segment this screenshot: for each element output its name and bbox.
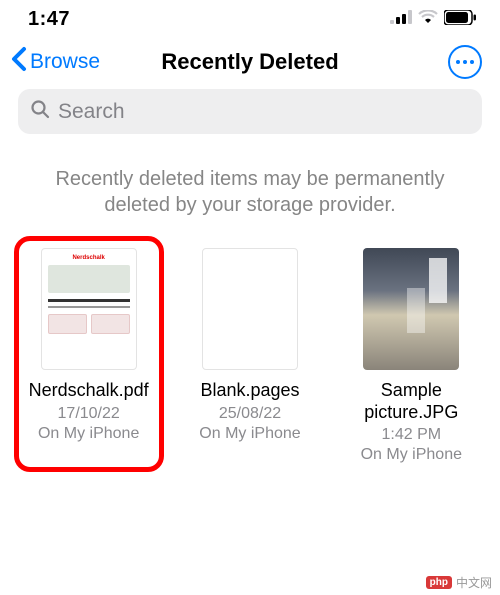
search-placeholder: Search: [58, 100, 125, 124]
file-location: On My iPhone: [38, 424, 139, 445]
info-message: Recently deleted items may be permanentl…: [0, 144, 500, 236]
more-button[interactable]: [448, 45, 482, 79]
battery-icon: [444, 10, 476, 30]
watermark-logo: php: [426, 576, 452, 589]
file-name: Sample picture.JPG: [342, 380, 480, 423]
navigation-bar: Browse Recently Deleted: [0, 37, 500, 89]
cellular-icon: [390, 10, 412, 29]
file-thumbnail: [363, 248, 459, 370]
file-item-nerdschalk[interactable]: Nerdschalk Nerdschalk.pdf 17/10/22 On My…: [14, 236, 164, 472]
file-thumbnail: Nerdschalk: [41, 248, 137, 370]
file-thumbnail: [202, 248, 298, 370]
search-container: Search: [0, 89, 500, 144]
back-button[interactable]: Browse: [10, 46, 100, 78]
back-label: Browse: [30, 50, 100, 74]
file-date: 1:42 PM: [382, 425, 442, 445]
ellipsis-icon: [455, 60, 476, 64]
file-grid: Nerdschalk Nerdschalk.pdf 17/10/22 On My…: [0, 236, 500, 472]
status-icons: [390, 10, 476, 30]
wifi-icon: [418, 10, 438, 29]
file-name: Nerdschalk.pdf: [29, 380, 149, 402]
file-item-blank[interactable]: Blank.pages 25/08/22 On My iPhone: [175, 236, 325, 472]
page-title: Recently Deleted: [161, 49, 338, 75]
search-icon: [30, 99, 50, 124]
search-input[interactable]: Search: [18, 89, 482, 134]
chevron-left-icon: [10, 46, 28, 78]
file-date: 17/10/22: [58, 404, 120, 424]
file-date: 25/08/22: [219, 404, 281, 424]
status-time: 1:47: [28, 8, 70, 31]
file-location: On My iPhone: [199, 424, 300, 445]
file-item-sample-picture[interactable]: Sample picture.JPG 1:42 PM On My iPhone: [336, 236, 486, 472]
file-name: Blank.pages: [200, 380, 299, 402]
watermark-text: 中文网: [456, 574, 492, 591]
status-bar: 1:47: [0, 0, 500, 37]
file-location: On My iPhone: [361, 445, 462, 466]
watermark: php 中文网: [426, 574, 492, 591]
